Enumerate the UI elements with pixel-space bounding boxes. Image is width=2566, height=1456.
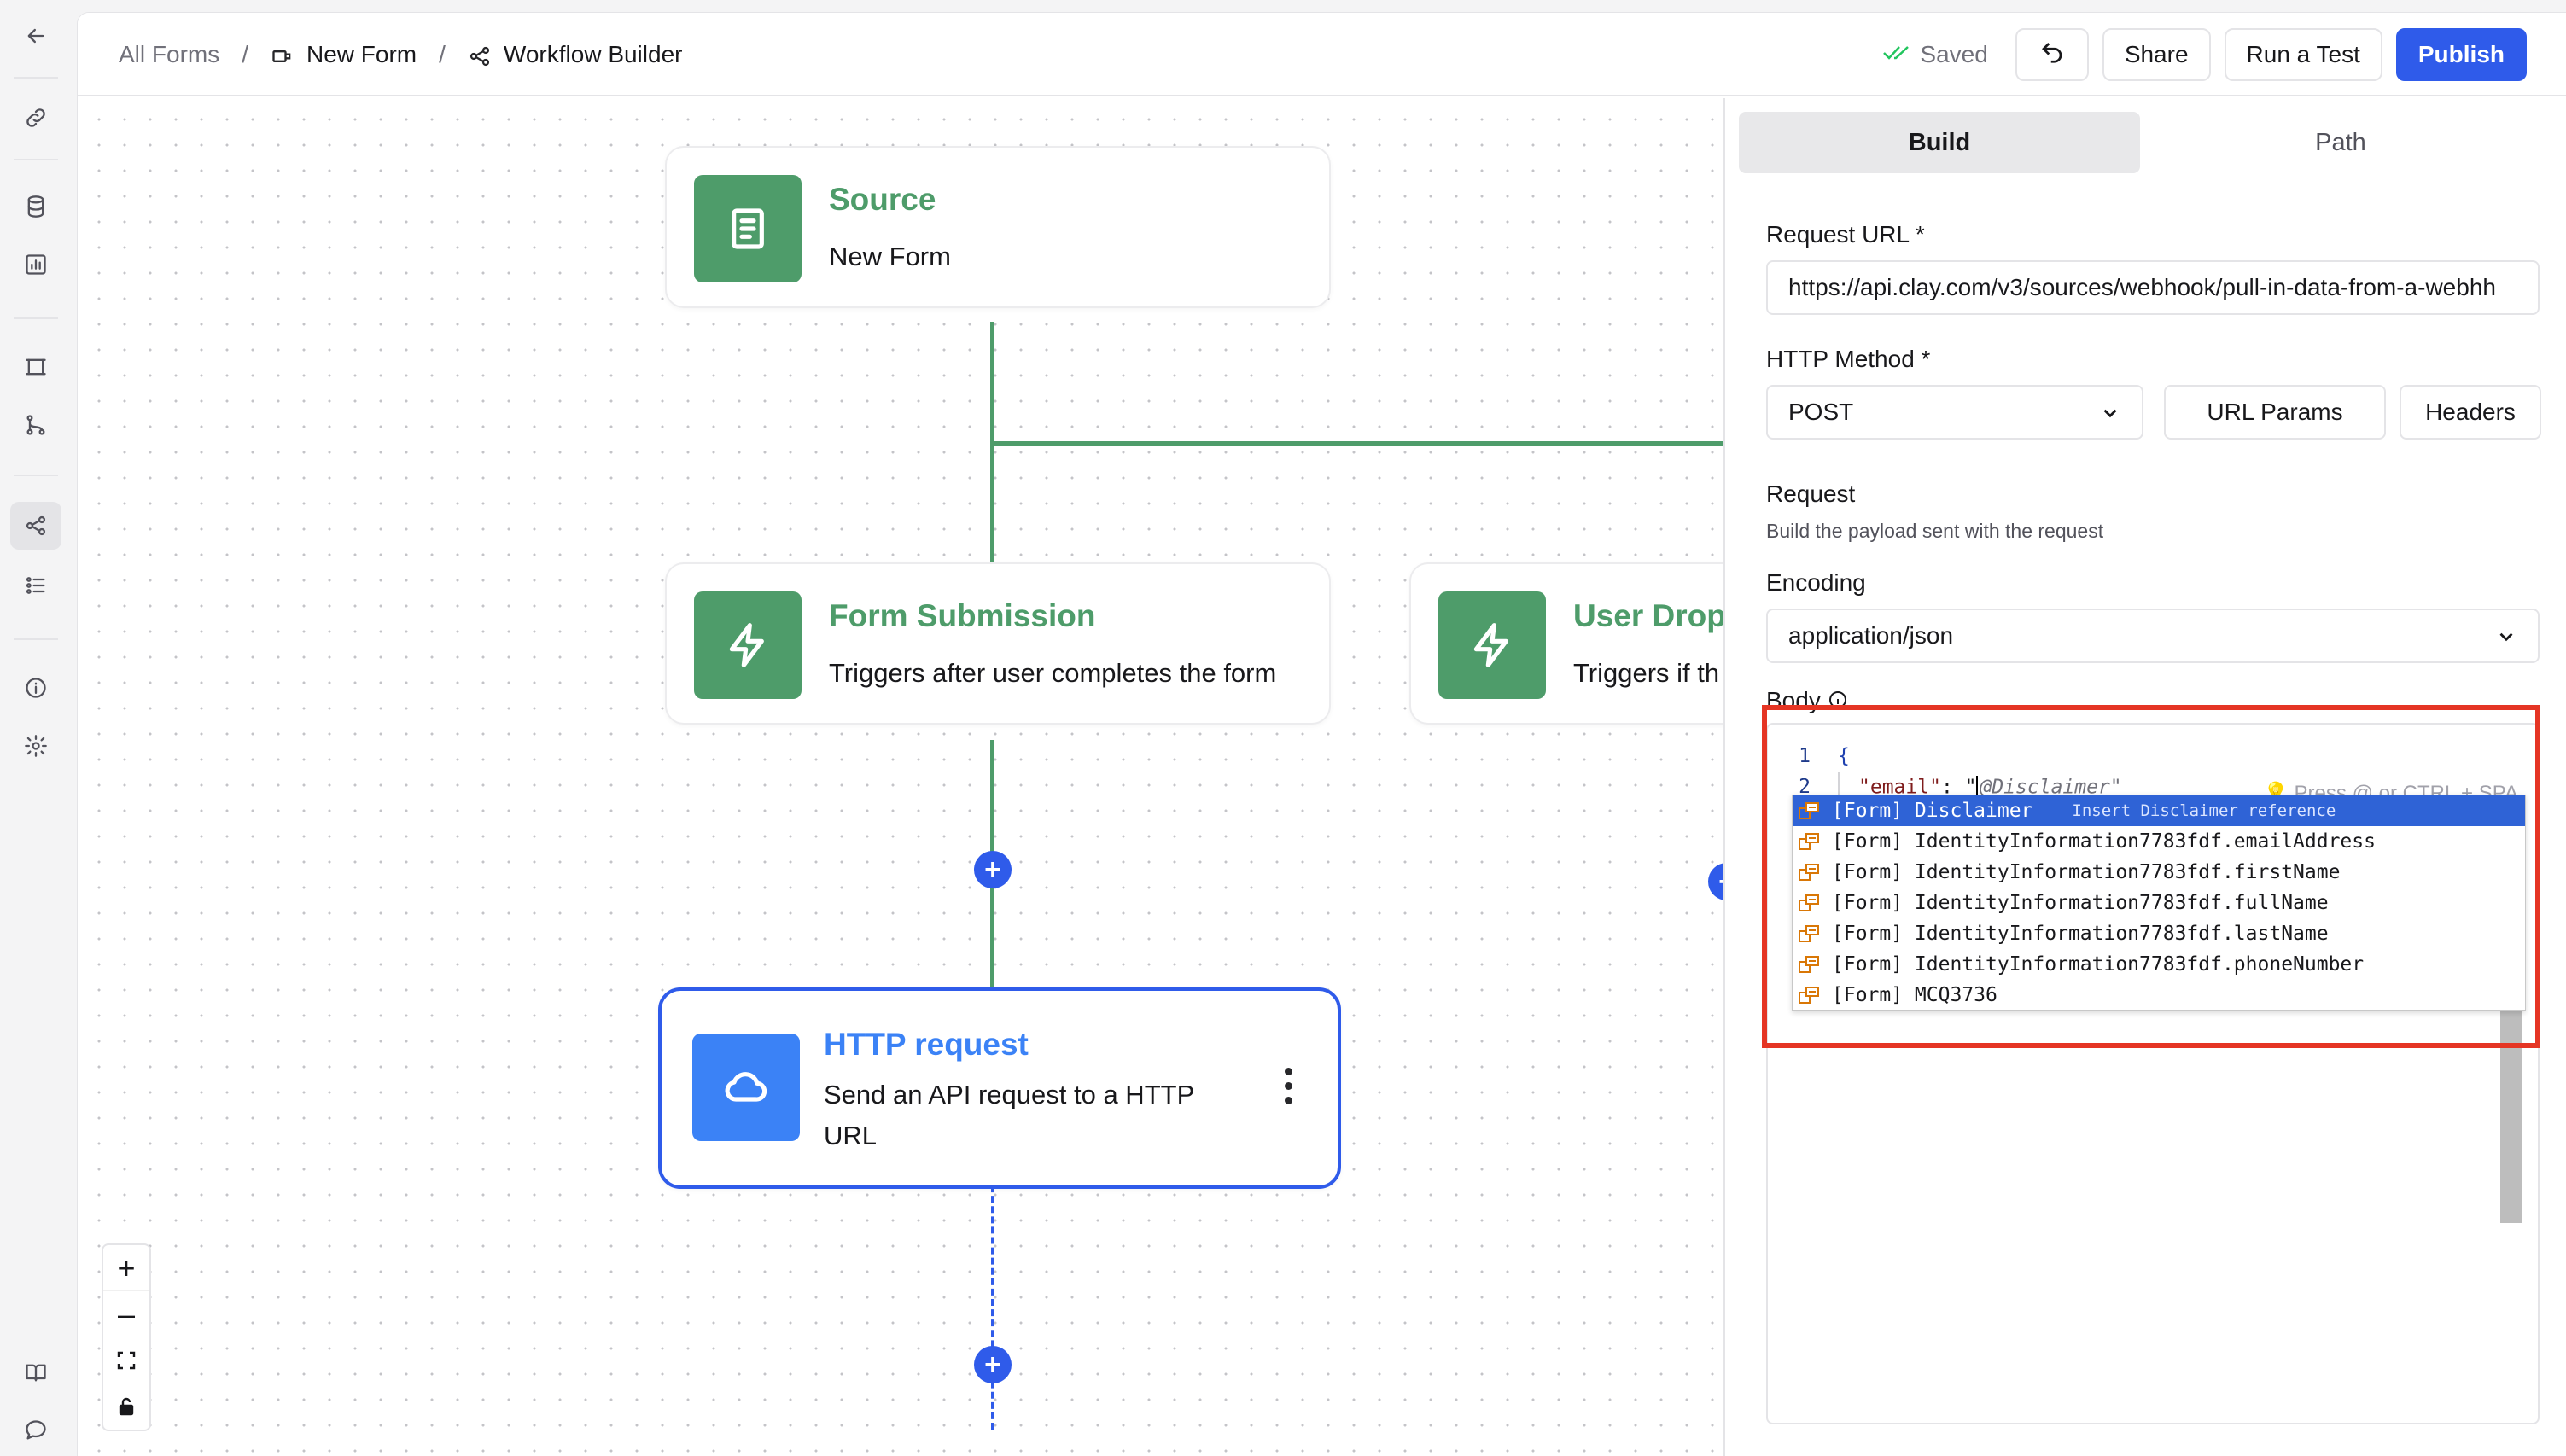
database-icon[interactable] xyxy=(17,188,55,225)
double-check-icon xyxy=(1882,41,1920,68)
encoding-select[interactable]: application/json xyxy=(1766,609,2540,663)
chart-icon[interactable] xyxy=(17,246,55,283)
headers-button[interactable]: Headers xyxy=(2400,385,2541,440)
top-header: All Forms / New Form / Workflow Builder … xyxy=(78,13,2566,96)
encoding-value: application/json xyxy=(1788,622,1954,649)
form-submission-subtitle: Triggers after user completes the form xyxy=(829,658,1277,688)
saved-status: Saved xyxy=(1882,41,1988,68)
http-method-select[interactable]: POST xyxy=(1766,385,2143,440)
lock-icon xyxy=(119,1397,134,1416)
breadcrumb-workflow-builder: Workflow Builder xyxy=(503,41,683,67)
http-method-label: HTTP Method * xyxy=(1766,346,1931,372)
lightning-icon xyxy=(694,591,802,699)
request-url-label: Request URL * xyxy=(1766,221,1925,248)
header-actions: Saved Share Run a Test Publish xyxy=(1882,28,2527,81)
highlight-annotation xyxy=(1762,705,2540,1048)
book-icon[interactable] xyxy=(17,1354,55,1391)
panel-tabs: Build Path xyxy=(1739,112,2541,173)
source-node[interactable]: Source New Form xyxy=(665,146,1331,308)
http-request-title: HTTP request xyxy=(824,1027,1029,1062)
breadcrumb-separator: / xyxy=(439,41,446,67)
http-request-node[interactable]: HTTP request Send an API request to a HT… xyxy=(658,987,1341,1189)
link-icon[interactable] xyxy=(17,99,55,137)
saved-label: Saved xyxy=(1920,41,1988,67)
info-icon[interactable] xyxy=(17,669,55,707)
zoom-in-button[interactable]: + xyxy=(103,1245,149,1291)
undo-icon xyxy=(2039,39,2065,71)
back-arrow-icon[interactable] xyxy=(17,17,55,55)
checklist-icon[interactable] xyxy=(17,567,55,604)
request-hint: Build the payload sent with the request xyxy=(1766,520,2104,542)
left-rail xyxy=(0,0,72,1456)
chevron-down-icon xyxy=(2099,402,2121,430)
url-params-button[interactable]: URL Params xyxy=(2164,385,2386,440)
form-icon xyxy=(271,41,306,68)
publish-button[interactable]: Publish xyxy=(2395,28,2527,81)
fit-view-icon xyxy=(117,1351,136,1369)
rail-divider xyxy=(14,317,58,319)
tab-build[interactable]: Build xyxy=(1739,112,2140,173)
breadcrumb: All Forms / New Form / Workflow Builder xyxy=(119,13,682,96)
http-method-value: POST xyxy=(1788,399,1854,425)
form-submission-title: Form Submission xyxy=(829,598,1096,633)
user-drop-subtitle: Triggers if th xyxy=(1573,658,1720,688)
breadcrumb-all-forms[interactable]: All Forms xyxy=(119,41,219,68)
workflow-icon xyxy=(468,41,504,68)
run-test-button[interactable]: Run a Test xyxy=(2224,28,2382,81)
rail-divider xyxy=(14,159,58,160)
request-label: Request xyxy=(1766,480,1856,507)
source-title: Source xyxy=(829,182,936,217)
kebab-menu-icon[interactable] xyxy=(1285,1068,1293,1104)
lock-button[interactable] xyxy=(103,1383,149,1430)
lightning-icon xyxy=(1438,591,1546,699)
chevron-down-icon xyxy=(2495,626,2517,654)
add-step-button[interactable]: + xyxy=(974,851,1012,888)
edge-branch-right xyxy=(990,441,1733,446)
rail-divider xyxy=(14,638,58,640)
rail-divider xyxy=(14,77,58,79)
edge-source-down xyxy=(990,322,994,446)
rail-divider xyxy=(14,475,58,476)
workflow-icon[interactable] xyxy=(10,502,61,550)
breadcrumb-separator: / xyxy=(242,41,249,67)
chat-icon[interactable] xyxy=(17,1412,55,1449)
fit-view-button[interactable] xyxy=(103,1337,149,1383)
branch-icon[interactable] xyxy=(17,406,55,444)
tab-path[interactable]: Path xyxy=(2140,112,2541,173)
http-request-subtitle: Send an API request to a HTTP URL xyxy=(824,1080,1194,1150)
edge-dashed-out xyxy=(991,1175,994,1430)
add-step-button-bottom[interactable]: + xyxy=(974,1346,1012,1383)
form-submission-node[interactable]: Form Submission Triggers after user comp… xyxy=(665,562,1331,725)
cloud-icon xyxy=(692,1034,800,1141)
zoom-out-button[interactable]: – xyxy=(103,1291,149,1337)
share-button[interactable]: Share xyxy=(2102,28,2211,81)
settings-icon[interactable] xyxy=(17,727,55,765)
user-drop-title: User Dropp xyxy=(1573,598,1746,633)
zoom-controls: + – xyxy=(102,1243,151,1431)
frame-icon[interactable] xyxy=(17,348,55,386)
encoding-label: Encoding xyxy=(1766,569,1866,596)
breadcrumb-new-form[interactable]: New Form xyxy=(306,41,417,68)
workflow-canvas[interactable]: Source New Form Form Submission Triggers… xyxy=(78,98,1836,1456)
document-icon xyxy=(694,175,802,282)
undo-button[interactable] xyxy=(2015,28,2089,81)
request-url-input[interactable]: https://api.clay.com/v3/sources/webhook/… xyxy=(1766,260,2540,315)
source-subtitle: New Form xyxy=(829,242,951,271)
